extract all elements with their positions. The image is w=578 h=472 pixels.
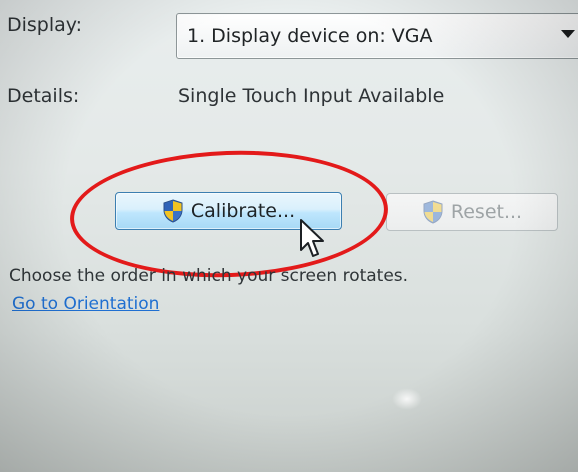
calibrate-button-label: Calibrate... [190,200,296,222]
display-label: Display: [7,14,83,36]
uac-shield-icon [163,199,183,223]
display-select[interactable]: 1. Display device on: VGA [176,13,578,59]
uac-shield-icon [423,200,443,224]
details-value: Single Touch Input Available [178,85,445,107]
go-to-orientation-link[interactable]: Go to Orientation [12,294,159,314]
photo-vignette [0,0,578,472]
details-label: Details: [7,85,80,107]
mouse-pointer-icon [300,219,324,257]
reset-button-label: Reset... [450,201,523,223]
orientation-description: Choose the order in which your screen ro… [9,266,409,286]
reset-button[interactable]: Reset... [386,193,558,231]
screen-glare [392,388,422,410]
display-select-value: 1. Display device on: VGA [187,25,433,47]
chevron-down-icon[interactable] [561,30,575,38]
